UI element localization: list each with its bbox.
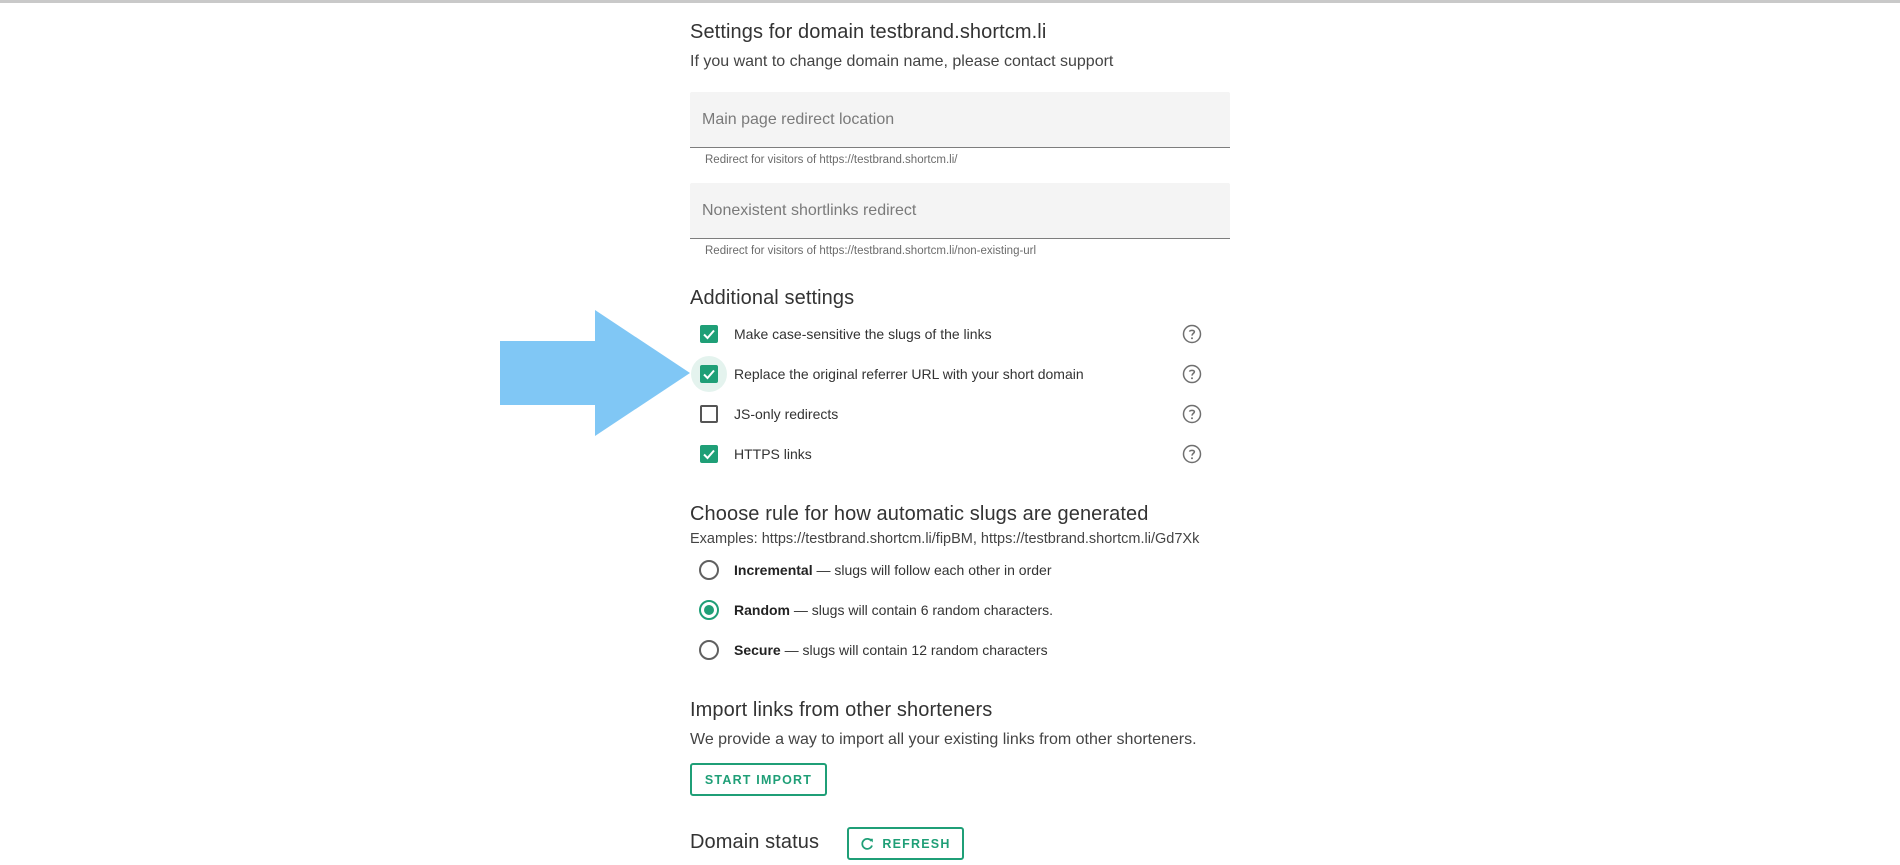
option-https-row[interactable]: HTTPS links [690,436,1230,472]
settings-title: Settings for domain testbrand.shortcm.li [690,21,1047,43]
help-circle-icon[interactable] [1182,404,1202,424]
nonexistent-redirect-input[interactable] [690,183,1230,238]
slug-examples: Examples: https://testbrand.shortcm.li/f… [690,531,1200,547]
top-border [0,0,1900,3]
js-only-checkbox[interactable] [700,405,718,423]
incremental-label: Incremental — slugs will follow each oth… [734,562,1052,578]
slug-option-random[interactable]: Random — slugs will contain 6 random cha… [690,592,1230,628]
additional-settings-title: Additional settings [690,287,855,309]
import-title: Import links from other shorteners [690,699,993,721]
random-label: Random — slugs will contain 6 random cha… [734,602,1053,618]
domain-status-title: Domain status [690,831,820,853]
main-page-redirect-input[interactable] [690,92,1230,147]
refresh-icon [861,837,874,850]
slug-rule-title: Choose rule for how automatic slugs are … [690,503,1149,525]
refresh-label: REFRESH [882,836,951,851]
slug-option-incremental[interactable]: Incremental — slugs will follow each oth… [690,552,1230,588]
nonexistent-redirect-field[interactable] [690,183,1230,239]
nonexistent-redirect-helper: Redirect for visitors of https://testbra… [705,245,1037,257]
random-radio[interactable] [699,600,719,620]
secure-radio[interactable] [699,640,719,660]
start-import-button[interactable]: START IMPORT [690,763,827,796]
main-page-redirect-field[interactable] [690,92,1230,148]
checkmark-icon [703,369,715,380]
case-sensitive-label: Make case-sensitive the slugs of the lin… [734,326,992,342]
option-case-sensitive-row[interactable]: Make case-sensitive the slugs of the lin… [690,316,1230,352]
replace-referrer-checkbox[interactable] [700,365,718,383]
js-only-label: JS-only redirects [734,406,839,422]
import-description: We provide a way to import all your exis… [690,731,1197,748]
help-circle-icon[interactable] [1182,324,1202,344]
refresh-button[interactable]: REFRESH [847,827,964,860]
case-sensitive-checkbox[interactable] [700,325,718,343]
option-js-only-row[interactable]: JS-only redirects [690,396,1230,432]
slug-option-secure[interactable]: Secure — slugs will contain 12 random ch… [690,632,1230,668]
https-label: HTTPS links [734,446,812,462]
checkmark-icon [703,329,715,340]
incremental-radio[interactable] [699,560,719,580]
settings-subtitle: If you want to change domain name, pleas… [690,53,1114,70]
main-page-redirect-helper: Redirect for visitors of https://testbra… [705,154,958,166]
replace-referrer-label: Replace the original referrer URL with y… [734,366,1084,382]
checkmark-icon [703,449,715,460]
help-circle-icon[interactable] [1182,444,1202,464]
https-checkbox[interactable] [700,445,718,463]
secure-label: Secure — slugs will contain 12 random ch… [734,642,1048,658]
help-circle-icon[interactable] [1182,364,1202,384]
arrow-annotation-icon [500,310,690,436]
option-replace-referrer-row[interactable]: Replace the original referrer URL with y… [690,356,1230,392]
